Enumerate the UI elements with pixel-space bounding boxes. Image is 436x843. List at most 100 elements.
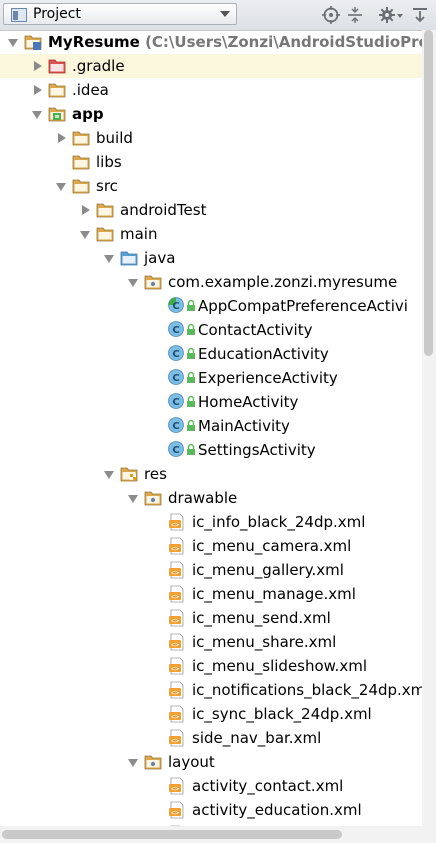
class-icon: C bbox=[168, 393, 186, 409]
vertical-scrollbar[interactable] bbox=[422, 30, 436, 826]
tree-row[interactable]: <> ic_menu_gallery.xml bbox=[0, 558, 422, 582]
gear-icon[interactable] bbox=[378, 6, 404, 24]
class-icon: C bbox=[168, 441, 186, 457]
lock-icon bbox=[186, 443, 196, 457]
xml-file-icon: <> bbox=[168, 537, 186, 555]
tree-row-label: SettingsActivity bbox=[198, 441, 316, 459]
tree-row-label: ic_menu_gallery.xml bbox=[192, 561, 344, 579]
tree-row[interactable]: MyResume (C:\Users\Zonzi\AndroidStudioPr… bbox=[0, 30, 422, 54]
svg-text:<>: <> bbox=[171, 593, 179, 601]
vertical-scroll-thumb[interactable] bbox=[424, 30, 433, 356]
project-tree[interactable]: MyResume (C:\Users\Zonzi\AndroidStudioPr… bbox=[0, 30, 422, 826]
tree-row[interactable]: C EducationActivity bbox=[0, 342, 422, 366]
tree-row[interactable]: <> ic_menu_slideshow.xml bbox=[0, 654, 422, 678]
tree-row-label: java bbox=[144, 249, 176, 267]
tree-row[interactable]: <> ic_sync_black_24dp.xml bbox=[0, 702, 422, 726]
tree-row[interactable]: <> ic_menu_send.xml bbox=[0, 606, 422, 630]
tree-row[interactable]: <> activity_education.xml bbox=[0, 798, 422, 822]
tree-row[interactable]: .idea bbox=[0, 78, 422, 102]
folder-icon bbox=[48, 82, 66, 98]
tree-row[interactable]: .gradle bbox=[0, 54, 422, 78]
svg-text:C: C bbox=[172, 349, 179, 360]
folder-icon bbox=[96, 226, 114, 242]
tree-row[interactable]: C MainActivity bbox=[0, 414, 422, 438]
lock-icon bbox=[186, 347, 196, 361]
crosshair-icon[interactable] bbox=[322, 6, 340, 24]
tree-row[interactable]: <> activity_contact.xml bbox=[0, 774, 422, 798]
tree-row-label: res bbox=[144, 465, 167, 483]
tree-row-label: com.example.zonzi.myresume bbox=[168, 273, 398, 291]
tree-row-label: EducationActivity bbox=[198, 345, 329, 363]
tree-row[interactable]: C AppCompatPreferenceActivi bbox=[0, 294, 422, 318]
tree-row[interactable]: res bbox=[0, 462, 422, 486]
tree-row[interactable]: src bbox=[0, 174, 422, 198]
tree-row[interactable]: java bbox=[0, 246, 422, 270]
svg-text:<>: <> bbox=[171, 521, 179, 529]
tree-row[interactable]: main bbox=[0, 222, 422, 246]
collapse-all-icon[interactable] bbox=[346, 6, 364, 24]
expand-arrow-down-icon[interactable] bbox=[128, 759, 138, 767]
expand-arrow-down-icon[interactable] bbox=[104, 255, 114, 263]
class-icon: C bbox=[168, 345, 186, 361]
expand-arrow-down-icon[interactable] bbox=[8, 39, 18, 47]
tree-row-label: ExperienceActivity bbox=[198, 369, 338, 387]
xml-file-icon: <> bbox=[168, 657, 186, 675]
tree-row-label: ic_menu_camera.xml bbox=[192, 537, 352, 555]
tree-row-label: ContactActivity bbox=[198, 321, 313, 339]
svg-text:C: C bbox=[172, 397, 179, 408]
hide-panel-icon[interactable] bbox=[411, 6, 429, 24]
tree-row-label: libs bbox=[96, 153, 122, 171]
tree-row-label: main bbox=[120, 225, 158, 243]
tree-row-label: ic_menu_manage.xml bbox=[192, 585, 356, 603]
expand-arrow-down-icon[interactable] bbox=[104, 471, 114, 479]
xml-file-icon: <> bbox=[168, 561, 186, 579]
tree-row[interactable]: libs bbox=[0, 150, 422, 174]
horizontal-scroll-thumb[interactable] bbox=[2, 830, 342, 839]
xml-file-icon: <> bbox=[168, 729, 186, 747]
expand-arrow-down-icon[interactable] bbox=[128, 495, 138, 503]
tree-row[interactable]: <> side_nav_bar.xml bbox=[0, 726, 422, 750]
lock-icon bbox=[186, 395, 196, 409]
project-view-dropdown[interactable]: Project bbox=[3, 3, 237, 25]
tree-row[interactable]: <> ic_menu_share.xml bbox=[0, 630, 422, 654]
tree-row-label: activity_contact.xml bbox=[192, 777, 344, 795]
tree-row[interactable]: C HomeActivity bbox=[0, 390, 422, 414]
svg-text:<>: <> bbox=[171, 569, 179, 577]
horizontal-scrollbar[interactable] bbox=[0, 826, 436, 843]
lock-icon bbox=[186, 371, 196, 385]
svg-text:C: C bbox=[172, 373, 179, 384]
tree-row[interactable]: build bbox=[0, 126, 422, 150]
svg-text:<>: <> bbox=[171, 545, 179, 553]
expand-arrow-down-icon[interactable] bbox=[32, 111, 42, 119]
package-icon bbox=[144, 490, 162, 506]
expand-arrow-down-icon[interactable] bbox=[80, 231, 90, 239]
xml-file-icon: <> bbox=[168, 801, 186, 819]
tree-row[interactable]: <> ic_menu_manage.xml bbox=[0, 582, 422, 606]
expand-arrow-right-icon[interactable] bbox=[34, 61, 42, 71]
tree-row[interactable]: androidTest bbox=[0, 198, 422, 222]
tree-row[interactable]: com.example.zonzi.myresume bbox=[0, 270, 422, 294]
tree-row[interactable]: C ContactActivity bbox=[0, 318, 422, 342]
project-path: (C:\Users\Zonzi\AndroidStudioProjects bbox=[145, 33, 422, 51]
tree-row-label: AppCompatPreferenceActivi bbox=[198, 297, 408, 315]
xml-file-icon: <> bbox=[168, 633, 186, 651]
tree-row-label: app bbox=[72, 105, 104, 123]
tree-row[interactable]: layout bbox=[0, 750, 422, 774]
expand-arrow-right-icon[interactable] bbox=[34, 85, 42, 95]
tree-row[interactable]: <> ic_info_black_24dp.xml bbox=[0, 510, 422, 534]
svg-text:<>: <> bbox=[171, 665, 179, 673]
expand-arrow-down-icon[interactable] bbox=[128, 279, 138, 287]
class-icon: C bbox=[168, 321, 186, 337]
tree-row[interactable]: C ExperienceActivity bbox=[0, 366, 422, 390]
tree-row[interactable]: drawable bbox=[0, 486, 422, 510]
tree-row[interactable]: C SettingsActivity bbox=[0, 438, 422, 462]
expand-arrow-right-icon[interactable] bbox=[58, 133, 66, 143]
tree-row[interactable]: <> ic_notifications_black_24dp.xml bbox=[0, 678, 422, 702]
tree-row[interactable]: app bbox=[0, 102, 422, 126]
tree-row-label: activity_education.xml bbox=[192, 801, 362, 819]
tree-row[interactable]: <> ic_menu_camera.xml bbox=[0, 534, 422, 558]
expand-arrow-right-icon[interactable] bbox=[82, 205, 90, 215]
expand-arrow-down-icon[interactable] bbox=[56, 183, 66, 191]
tree-row-label: HomeActivity bbox=[198, 393, 299, 411]
xml-file-icon: <> bbox=[168, 705, 186, 723]
